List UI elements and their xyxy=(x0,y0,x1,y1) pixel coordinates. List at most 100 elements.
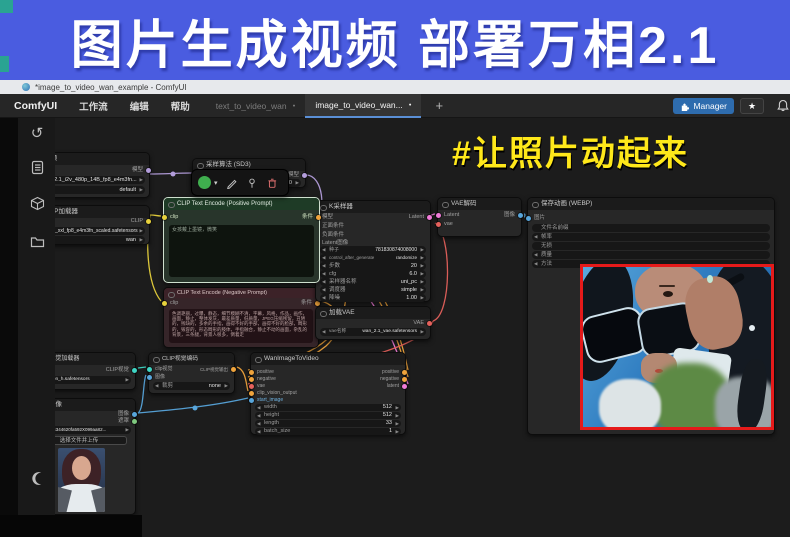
scheduler-widget[interactable]: 调度器simple xyxy=(320,286,426,294)
output-mask[interactable]: 遮罩 xyxy=(118,418,137,425)
latent-port[interactable] xyxy=(427,215,432,220)
conditioning-port[interactable] xyxy=(316,215,321,220)
input-latent[interactable]: Latent xyxy=(436,212,459,219)
menu-workflow[interactable]: 工作流 xyxy=(79,99,108,113)
input-clip-vision-output[interactable]: clip_vision_output xyxy=(249,390,297,396)
model-library-icon[interactable] xyxy=(29,196,45,212)
bell-button[interactable] xyxy=(770,97,790,115)
node-title[interactable]: WanImageToVideo xyxy=(251,353,405,365)
width-widget[interactable]: width512 xyxy=(255,404,401,411)
output-image[interactable]: 图像 xyxy=(504,212,523,219)
browser-tab-title[interactable]: *image_to_video_wan_example - ComfyUI xyxy=(35,83,187,92)
output-latent[interactable]: Latent xyxy=(409,214,432,221)
vae-port[interactable] xyxy=(427,321,432,326)
quality-widget[interactable]: 质量 xyxy=(532,251,770,259)
run-node-button[interactable] xyxy=(198,176,211,189)
control-after-generate-widget[interactable]: control_after_generaterandomize xyxy=(320,254,426,262)
conditioning-port[interactable] xyxy=(249,377,254,382)
input-clip[interactable]: clip xyxy=(162,300,178,307)
manager-button[interactable]: Manager xyxy=(673,98,734,114)
edit-pen-icon[interactable] xyxy=(226,177,238,189)
conditioning-port[interactable] xyxy=(402,370,407,375)
conditioning-port[interactable] xyxy=(402,377,407,382)
positive-prompt-textarea[interactable]: 女孩戴上墨镜，微笑 xyxy=(169,225,314,277)
negative-prompt-textarea[interactable]: 色调艳丽，过曝，静态，细节模糊不清，字幕，风格，作品，画作，画面，静止，整体发灰… xyxy=(169,309,313,343)
node-load-vae[interactable]: 加载VAE VAE vae名称wan_2.1_vae.safetensors xyxy=(315,306,432,340)
input-image[interactable]: 图片 xyxy=(526,215,545,222)
batch-size-widget[interactable]: batch_size1 xyxy=(255,428,401,435)
output-vae[interactable]: VAE xyxy=(413,320,432,327)
node-title[interactable]: CLIP Text Encode (Negative Prompt) xyxy=(164,288,318,298)
pin-icon[interactable] xyxy=(246,177,258,189)
node-clip-text-encode-negative[interactable]: CLIP Text Encode (Negative Prompt) clip … xyxy=(162,287,320,348)
chevron-down-icon[interactable]: ▾ xyxy=(214,179,218,187)
vae-port[interactable] xyxy=(436,222,441,227)
workflows-icon[interactable] xyxy=(29,160,45,176)
seed-widget[interactable]: 种子781830874008000 xyxy=(320,246,426,254)
node-ksampler[interactable]: K采样器 模型 正面条件 负面条件 Latent图像 Latent 种子7818… xyxy=(314,200,432,302)
menu-help[interactable]: 帮助 xyxy=(171,99,190,113)
input-clip[interactable]: clip xyxy=(162,214,178,221)
node-title[interactable]: 加载VAE xyxy=(316,307,430,319)
mask-port[interactable] xyxy=(132,419,137,424)
node-title[interactable]: CLIP视觉编码 xyxy=(149,353,234,365)
input-model[interactable]: 模型 xyxy=(314,214,333,221)
node-clip-text-encode-positive[interactable]: CLIP Text Encode (Positive Prompt) clip … xyxy=(162,197,321,283)
crop-widget[interactable]: 裁剪none xyxy=(153,382,230,390)
input-negative[interactable]: 负面条件 xyxy=(314,232,344,239)
filename-prefix-widget[interactable]: 文件名前缀 xyxy=(532,224,770,232)
node-save-animated-webp[interactable]: 保存动画 (WEBP) 图片 文件名前缀 帧率 无损 质量 方法 xyxy=(526,197,775,435)
output-conditioning[interactable]: 条件 xyxy=(302,214,321,221)
model-port[interactable] xyxy=(146,168,151,173)
output-conditioning[interactable]: 条件 xyxy=(301,300,320,307)
input-positive[interactable]: positive xyxy=(249,369,274,375)
history-icon[interactable]: ↺ xyxy=(29,126,45,142)
node-clip-vision-encode[interactable]: CLIP视觉编码 clip视觉 图像 CLIP视觉输出 裁剪none xyxy=(147,352,236,394)
trash-icon[interactable] xyxy=(266,177,278,189)
latent-port[interactable] xyxy=(402,384,407,389)
image-port[interactable] xyxy=(249,398,254,403)
image-port[interactable] xyxy=(518,213,523,218)
clip-port[interactable] xyxy=(146,219,151,224)
workflow-tab-image-to-video[interactable]: image_to_video_wan... xyxy=(305,93,422,118)
node-vae-decode[interactable]: VAE解码 Latent vae 图像 xyxy=(436,197,523,237)
clip-vision-port[interactable] xyxy=(147,367,152,372)
output-clip-vision-output[interactable]: CLIP视觉输出 xyxy=(200,366,236,373)
input-start-image[interactable]: start_image xyxy=(249,397,283,403)
cfg-widget[interactable]: cfg6.0 xyxy=(320,270,426,278)
new-workflow-tab-button[interactable]: + xyxy=(435,98,443,113)
lossless-widget[interactable]: 无损 xyxy=(532,242,770,250)
length-widget[interactable]: length33 xyxy=(255,420,401,427)
clip-vision-port[interactable] xyxy=(132,368,137,373)
output-model[interactable]: 模型 xyxy=(288,172,307,179)
input-negative[interactable]: negative xyxy=(249,376,276,382)
workflow-tab-text-to-video[interactable]: text_to_video_wan xyxy=(206,94,306,118)
conditioning-port[interactable] xyxy=(249,370,254,375)
fps-widget[interactable]: 帧率 xyxy=(532,233,770,241)
output-clip-vision[interactable]: CLIP视觉 xyxy=(106,367,137,374)
sampler-name-widget[interactable]: 采样器名称uni_pc xyxy=(320,278,426,286)
clip-vision-output-port[interactable] xyxy=(249,391,254,396)
input-clip-vision[interactable]: clip视觉 xyxy=(147,366,173,373)
theme-moon-icon[interactable] xyxy=(29,470,45,486)
output-negative[interactable]: negative xyxy=(380,376,407,382)
denoise-widget[interactable]: 降噪1.00 xyxy=(320,294,426,302)
image-port[interactable] xyxy=(147,375,152,380)
output-image[interactable]: 图像 xyxy=(118,411,137,418)
menu-edit[interactable]: 编辑 xyxy=(130,99,149,113)
output-model[interactable]: 模型 xyxy=(132,167,151,174)
clip-vision-output-port[interactable] xyxy=(231,367,236,372)
output-positive[interactable]: positive xyxy=(382,369,407,375)
comfyui-logo[interactable]: ComfyUI xyxy=(14,100,57,112)
input-image[interactable]: 图像 xyxy=(147,374,165,381)
vae-port[interactable] xyxy=(249,384,254,389)
output-clip[interactable]: CLIP xyxy=(131,218,151,225)
node-wan-image-to-video[interactable]: WanImageToVideo positive negative vae cl… xyxy=(249,352,407,435)
image-port[interactable] xyxy=(132,412,137,417)
latent-port[interactable] xyxy=(436,213,441,218)
clip-port[interactable] xyxy=(162,301,167,306)
graph-canvas[interactable]: #让照片动起来 视频 模型 wan2.1_i2v_480p_14B_fp8_e4… xyxy=(0,118,790,537)
input-vae[interactable]: vae xyxy=(249,383,265,389)
clip-port[interactable] xyxy=(162,215,167,220)
node-title[interactable]: CLIP Text Encode (Positive Prompt) xyxy=(164,198,319,210)
